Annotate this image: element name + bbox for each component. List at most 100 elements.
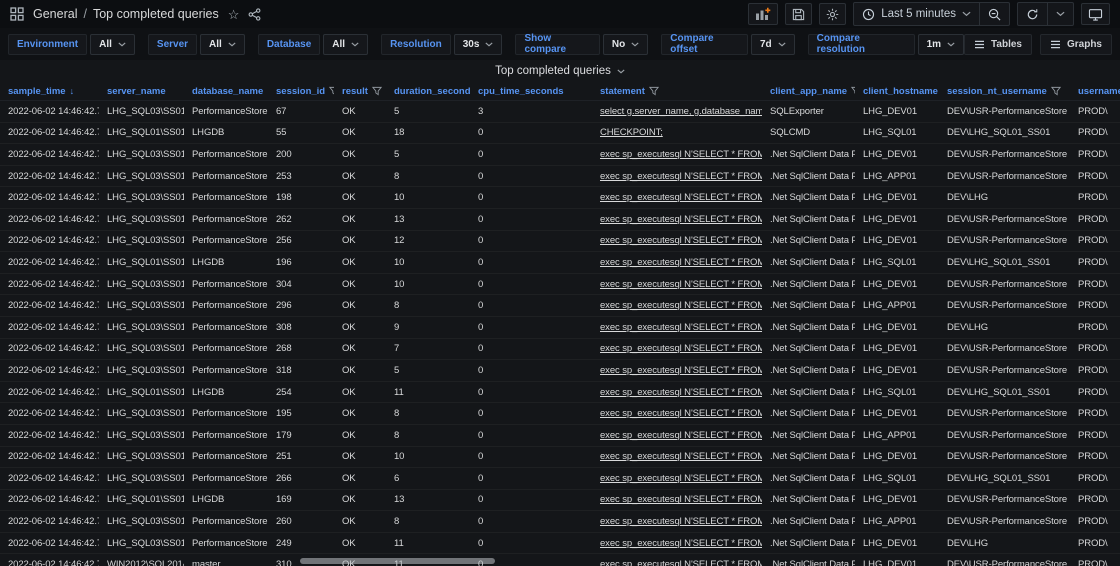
column-header-client_app_name[interactable]: client_app_name <box>762 86 855 97</box>
filter-resolution: Resolution 30s <box>381 33 503 55</box>
cell-database_name: PerformanceStore <box>192 343 268 355</box>
statement-link[interactable]: exec sp_executesql N'SELECT * FROM dbo..… <box>600 149 762 160</box>
cell-client_hostname: LHG_DEV01 <box>863 105 918 117</box>
filter-value-dropdown[interactable]: All <box>200 33 245 55</box>
dashboard-settings-button[interactable] <box>819 3 847 25</box>
cell-database_name: PerformanceStore <box>192 472 268 484</box>
cell-server_name: LHG_SQL03\SS01 <box>107 429 184 441</box>
filter-selected-value: All <box>209 38 222 50</box>
cell-server_name: LHG_SQL03\SS01 <box>107 537 184 549</box>
filter-compare-offset: Compare offset 7d <box>661 33 795 55</box>
statement-link[interactable]: exec sp_executesql N'SELECT * FROM dbo..… <box>600 387 762 398</box>
gear-icon <box>826 8 839 20</box>
save-dashboard-button[interactable] <box>785 3 813 25</box>
filter-selected-value: All <box>332 38 346 50</box>
column-header-session_id[interactable]: session_id <box>268 86 334 97</box>
filter-value-dropdown[interactable]: All <box>323 33 369 55</box>
statement-link[interactable]: exec sp_executesql N'SELECT * FROM dbo..… <box>600 516 762 527</box>
column-filter-icon[interactable] <box>1050 86 1061 96</box>
zoom-out-icon <box>988 8 1001 20</box>
statement-link[interactable]: exec sp_executesql N'SELECT * FROM dbo..… <box>600 235 762 246</box>
breadcrumb-folder[interactable]: General <box>33 7 77 21</box>
cell-username: PROD\ <box>1078 278 1108 290</box>
dashboard-links: Tables Graphs <box>964 33 1112 55</box>
statement-link[interactable]: exec sp_executesql N'SELECT * FROM dbo..… <box>600 300 762 311</box>
refresh-button[interactable] <box>1018 3 1047 25</box>
statement-link[interactable]: exec sp_executesql N'SELECT * FROM dbo..… <box>600 365 762 376</box>
cell-username: PROD\ <box>1078 213 1108 225</box>
cell-database_name: PerformanceStore <box>192 300 268 312</box>
statement-link[interactable]: exec sp_executesql N'SELECT * FROM dbo..… <box>600 408 762 419</box>
column-header-result[interactable]: result <box>334 86 386 97</box>
column-header-duration_seconds[interactable]: duration_seconds <box>386 86 470 97</box>
statement-link[interactable]: exec sp_executesql N'SELECT * FROM dbo..… <box>600 257 762 268</box>
column-header-username[interactable]: username <box>1070 86 1120 97</box>
statement-link[interactable]: exec sp_executesql N'SELECT * FROM dbo..… <box>600 494 762 505</box>
cell-client_app_name: .Net SqlClient Data Pr... <box>770 516 855 528</box>
filter-value-dropdown[interactable]: All <box>90 33 135 55</box>
zoom-out-time-button[interactable] <box>979 3 1009 25</box>
cell-duration_seconds: 10 <box>394 256 405 268</box>
statement-link[interactable]: exec sp_executesql N'SELECT * FROM dbo..… <box>600 192 762 203</box>
cell-username: PROD\ <box>1078 127 1108 139</box>
cell-client_app_name: .Net SqlClient Data Pr... <box>770 278 855 290</box>
column-filter-icon[interactable] <box>648 86 659 96</box>
cell-client_app_name: .Net SqlClient Data Pr... <box>770 170 855 182</box>
column-filter-icon[interactable] <box>371 86 382 96</box>
cell-result: OK <box>342 364 356 376</box>
cell-session_id: 318 <box>276 364 292 376</box>
favorite-star-button[interactable]: ☆ <box>228 8 240 21</box>
dashboard-link-graphs[interactable]: Graphs <box>1039 33 1112 55</box>
time-picker-button[interactable]: Last 5 minutes <box>854 3 979 25</box>
dashboard-link-label: Graphs <box>1066 38 1102 50</box>
cell-client_hostname: LHG_DEV01 <box>863 192 918 204</box>
filter-value-dropdown[interactable]: 30s <box>453 33 503 55</box>
statement-link[interactable]: exec sp_executesql N'SELECT * FROM dbo..… <box>600 559 762 566</box>
column-header-database_name[interactable]: database_name <box>184 86 268 97</box>
statement-link[interactable]: exec sp_executesql N'SELECT * FROM dbo..… <box>600 322 762 333</box>
statement-link[interactable]: exec sp_executesql N'SELECT * FROM dbo..… <box>600 279 762 290</box>
filter-database: Database All <box>257 33 369 55</box>
statement-link[interactable]: exec sp_executesql N'SELECT * FROM dbo..… <box>600 214 762 225</box>
statement-link[interactable]: exec sp_executesql N'SELECT * FROM dbo..… <box>600 473 762 484</box>
statement-link[interactable]: select g.server_name, g.database_name, s… <box>600 106 762 117</box>
column-header-client_hostname[interactable]: client_hostname <box>855 86 939 97</box>
table-row: 2022-06-02 14:46:42.733 LHG_SQL03\SS01 Per… <box>0 511 1120 533</box>
column-header-statement[interactable]: statement <box>592 86 762 97</box>
filter-value-dropdown[interactable]: No <box>602 33 649 55</box>
cell-session_nt_username: DEV\LHG <box>947 321 989 333</box>
statement-link[interactable]: exec sp_executesql N'SELECT * FROM dbo..… <box>600 451 762 462</box>
cell-session_nt_username: DEV\USR-PerformanceStore <box>947 300 1068 312</box>
column-header-server_name[interactable]: server_name <box>99 86 184 97</box>
share-button[interactable] <box>248 7 261 21</box>
statement-link[interactable]: exec sp_executesql N'SELECT * FROM dbo..… <box>600 430 762 441</box>
apps-grid-icon[interactable] <box>10 7 24 21</box>
statement-link[interactable]: exec sp_executesql N'SELECT * FROM dbo..… <box>600 343 762 354</box>
panel-title-menu[interactable]: Top completed queries <box>495 65 625 77</box>
breadcrumb-dashboard-title[interactable]: Top completed queries <box>93 7 219 21</box>
filter-value-dropdown[interactable]: 1m <box>917 33 965 55</box>
cell-session_id: 179 <box>276 429 292 441</box>
cell-database_name: PerformanceStore <box>192 105 268 117</box>
horizontal-scrollbar-thumb[interactable] <box>300 558 495 564</box>
cell-session_id: 304 <box>276 278 292 290</box>
filter-value-dropdown[interactable]: 7d <box>750 33 795 55</box>
cell-session_nt_username: DEV\USR-PerformanceStore <box>947 235 1068 247</box>
queries-table: sample_time ↓ server_name database_name sess… <box>0 82 1120 566</box>
cycle-view-mode-button[interactable] <box>1081 3 1110 25</box>
refresh-interval-dropdown[interactable] <box>1047 3 1073 25</box>
cell-client_app_name: SQLExporter <box>770 105 824 117</box>
statement-link[interactable]: exec sp_executesql N'SELECT * FROM dbo..… <box>600 538 762 549</box>
cell-statement: exec sp_executesql N'SELECT * FROM dbo..… <box>592 559 762 566</box>
cell-session_id: 262 <box>276 213 292 225</box>
column-header-cpu_time_seconds[interactable]: cpu_time_seconds <box>470 86 592 97</box>
statement-link[interactable]: exec sp_executesql N'SELECT * FROM dbo..… <box>600 171 762 182</box>
cell-username: PROD\ <box>1078 451 1108 463</box>
statement-link[interactable]: CHECKPOINT; <box>600 127 663 138</box>
column-header-session_nt_username[interactable]: session_nt_username <box>939 86 1070 97</box>
cell-client_app_name: .Net SqlClient Data Pr... <box>770 559 855 566</box>
cell-database_name: PerformanceStore <box>192 408 268 420</box>
add-panel-button[interactable] <box>748 3 779 25</box>
dashboard-link-tables[interactable]: Tables <box>964 33 1032 55</box>
column-header-sample_time[interactable]: sample_time ↓ <box>0 86 99 97</box>
